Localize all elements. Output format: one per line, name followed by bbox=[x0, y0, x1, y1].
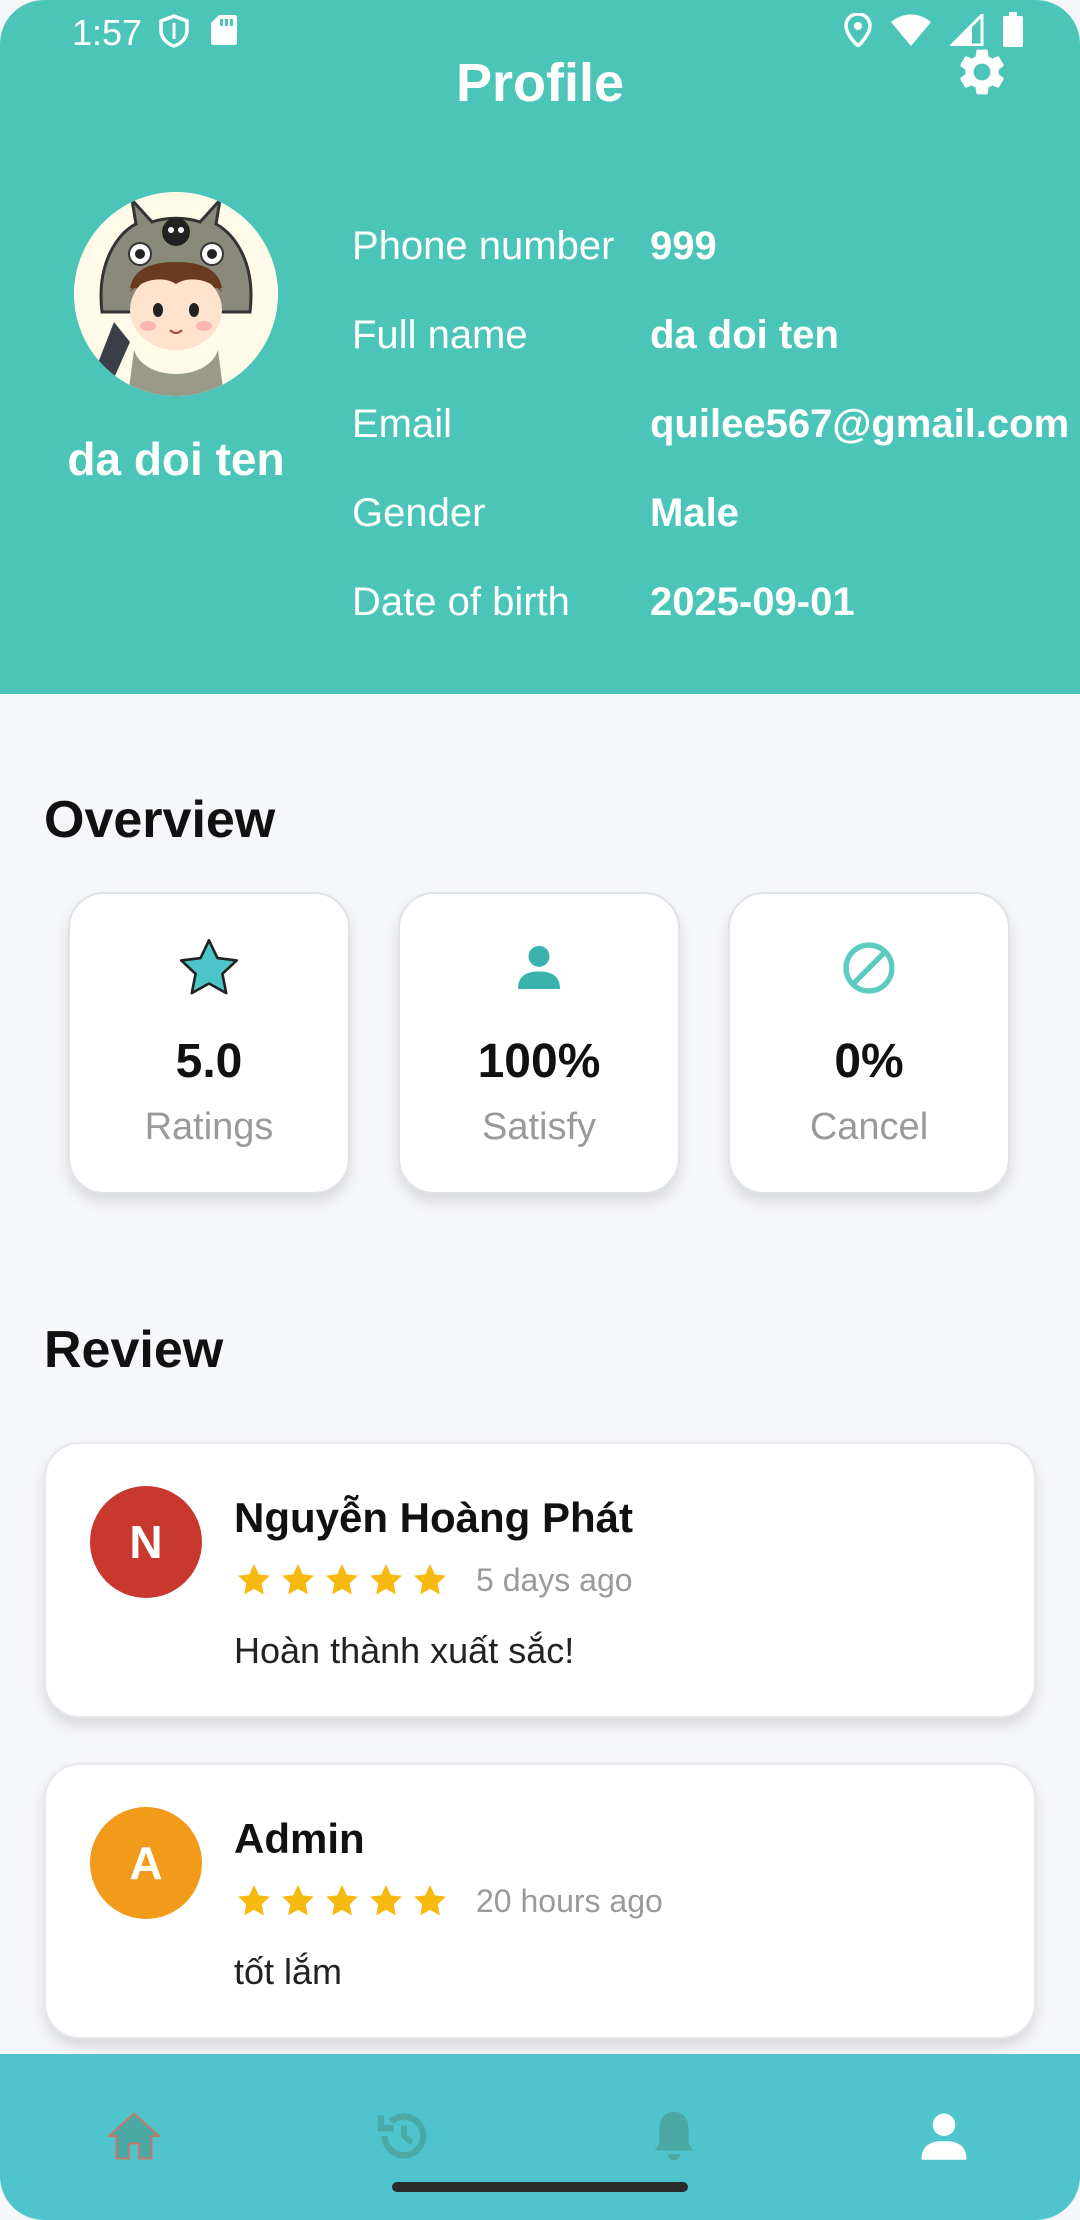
star-icon bbox=[234, 1881, 274, 1926]
stat-value: 100% bbox=[477, 1035, 601, 1088]
display-name: da doi ten bbox=[67, 433, 285, 485]
star-icon bbox=[278, 1560, 318, 1605]
info-row-full-name: Full name da doi ten bbox=[352, 305, 839, 365]
info-row-email: Email quilee567@gmail.com bbox=[352, 394, 1069, 454]
reviewer-name: Nguyễn Hoàng Phát bbox=[234, 1494, 634, 1541]
star-icon bbox=[173, 933, 245, 1008]
nav-profile[interactable] bbox=[904, 2098, 984, 2178]
info-label: Email bbox=[352, 401, 453, 446]
home-icon bbox=[103, 2106, 165, 2171]
stat-card-satisfy: 100% Satisfy bbox=[398, 892, 680, 1194]
star-icon bbox=[366, 1560, 406, 1605]
info-value: 2025-09-01 bbox=[650, 579, 855, 624]
page-title: Profile bbox=[455, 53, 625, 113]
home-indicator bbox=[392, 2182, 688, 2192]
review-time: 5 days ago bbox=[476, 1562, 633, 1598]
info-value: da doi ten bbox=[650, 312, 839, 357]
bottom-navigation bbox=[0, 2054, 1080, 2220]
reviewer-avatar: N bbox=[90, 1486, 202, 1598]
shield-icon bbox=[158, 14, 190, 53]
info-label: Phone number bbox=[352, 223, 615, 268]
info-row-gender: Gender Male bbox=[352, 483, 739, 543]
cancel-icon bbox=[840, 939, 898, 1002]
stat-label: Satisfy bbox=[481, 1106, 597, 1148]
wifi-icon bbox=[890, 14, 932, 51]
reviewer-avatar: A bbox=[90, 1807, 202, 1919]
nav-home[interactable] bbox=[94, 2098, 174, 2178]
rating-stars bbox=[234, 1881, 450, 1926]
star-icon bbox=[278, 1881, 318, 1926]
info-value: 999 bbox=[650, 223, 717, 268]
bell-icon bbox=[645, 2105, 703, 2172]
stat-card-ratings: 5.0 Ratings bbox=[68, 892, 350, 1194]
star-icon bbox=[322, 1881, 362, 1926]
info-row-phone: Phone number 999 bbox=[352, 216, 717, 276]
review-card: N Nguyễn Hoàng Phát 5 days ago Hoàn thàn… bbox=[44, 1442, 1036, 1718]
info-row-date-of-birth: Date of birth 2025-09-01 bbox=[352, 572, 855, 632]
star-icon bbox=[322, 1560, 362, 1605]
info-value: Male bbox=[650, 490, 739, 535]
person-icon bbox=[511, 940, 567, 1001]
info-label: Gender bbox=[352, 490, 486, 535]
info-label: Date of birth bbox=[352, 579, 570, 624]
review-title: Review bbox=[44, 1321, 224, 1379]
star-icon bbox=[366, 1881, 406, 1926]
review-text: tốt lắm bbox=[234, 1951, 343, 1992]
nav-notifications[interactable] bbox=[634, 2098, 714, 2178]
status-time: 1:57 bbox=[72, 12, 143, 53]
history-icon bbox=[373, 2105, 435, 2172]
star-icon bbox=[410, 1560, 450, 1605]
nav-history[interactable] bbox=[364, 2098, 444, 2178]
stat-label: Cancel bbox=[809, 1106, 929, 1148]
stat-card-cancel: 0% Cancel bbox=[728, 892, 1010, 1194]
profile-header: 1:57 Profile da doi ten Phone number 999… bbox=[0, 0, 1080, 694]
review-time: 20 hours ago bbox=[476, 1883, 663, 1919]
stat-value: 0% bbox=[834, 1035, 904, 1088]
rating-stars bbox=[234, 1560, 450, 1605]
gear-icon bbox=[954, 44, 1010, 105]
sd-card-icon bbox=[210, 14, 238, 53]
profile-avatar[interactable] bbox=[74, 192, 278, 396]
info-value: quilee567@gmail.com bbox=[650, 401, 1070, 446]
overview-title: Overview bbox=[44, 791, 276, 849]
location-icon bbox=[844, 12, 872, 52]
star-icon bbox=[410, 1881, 450, 1926]
review-card: A Admin 20 hours ago tốt lắm bbox=[44, 1763, 1036, 2039]
profile-icon bbox=[914, 2106, 974, 2171]
profile-screen: 1:57 Profile da doi ten Phone number 999… bbox=[0, 0, 1080, 2220]
stat-label: Ratings bbox=[144, 1106, 274, 1148]
review-text: Hoàn thành xuất sắc! bbox=[234, 1630, 575, 1671]
reviewer-name: Admin bbox=[234, 1815, 365, 1862]
stat-value: 5.0 bbox=[175, 1035, 243, 1088]
info-label: Full name bbox=[352, 312, 528, 357]
settings-button[interactable] bbox=[952, 44, 1012, 104]
star-icon bbox=[234, 1560, 274, 1605]
